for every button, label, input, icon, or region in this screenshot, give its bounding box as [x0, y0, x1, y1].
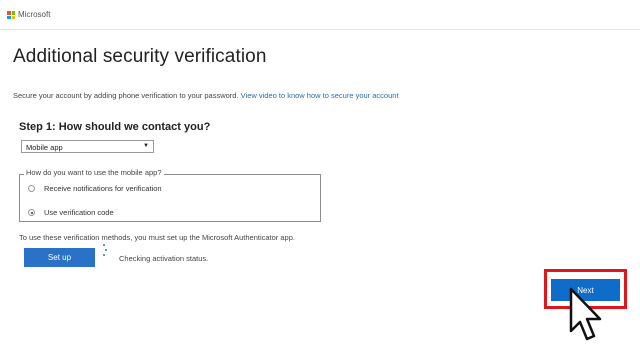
top-bar: Microsoft: [0, 0, 640, 30]
mobile-app-options-legend: How do you want to use the mobile app?: [24, 168, 164, 177]
contact-method-select[interactable]: Mobile app ▼: [21, 140, 154, 153]
mouse-pointer-icon: [569, 287, 602, 341]
radio-notifications[interactable]: [28, 185, 35, 192]
brand-name: Microsoft: [18, 10, 51, 19]
authenticator-note: To use these verification methods, you m…: [19, 233, 295, 242]
step-1-heading: Step 1: How should we contact you?: [19, 121, 211, 133]
page-title: Additional security verification: [13, 46, 267, 67]
radio-verification-code[interactable]: [28, 209, 35, 216]
contact-method-value: Mobile app: [26, 143, 63, 152]
radio-verification-code-label: Use verification code: [44, 208, 114, 217]
loading-spinner-icon: [99, 244, 109, 258]
dropdown-arrow-icon: ▼: [143, 143, 149, 149]
microsoft-logo-icon: [7, 11, 15, 19]
intro-text: Secure your account by adding phone veri…: [13, 91, 399, 100]
activation-status: Checking activation status.: [119, 254, 209, 263]
video-link[interactable]: View video to know how to secure your ac…: [241, 91, 399, 100]
intro-description: Secure your account by adding phone veri…: [13, 91, 239, 100]
radio-notifications-label: Receive notifications for verification: [44, 184, 162, 193]
set-up-button[interactable]: Set up: [24, 248, 95, 267]
